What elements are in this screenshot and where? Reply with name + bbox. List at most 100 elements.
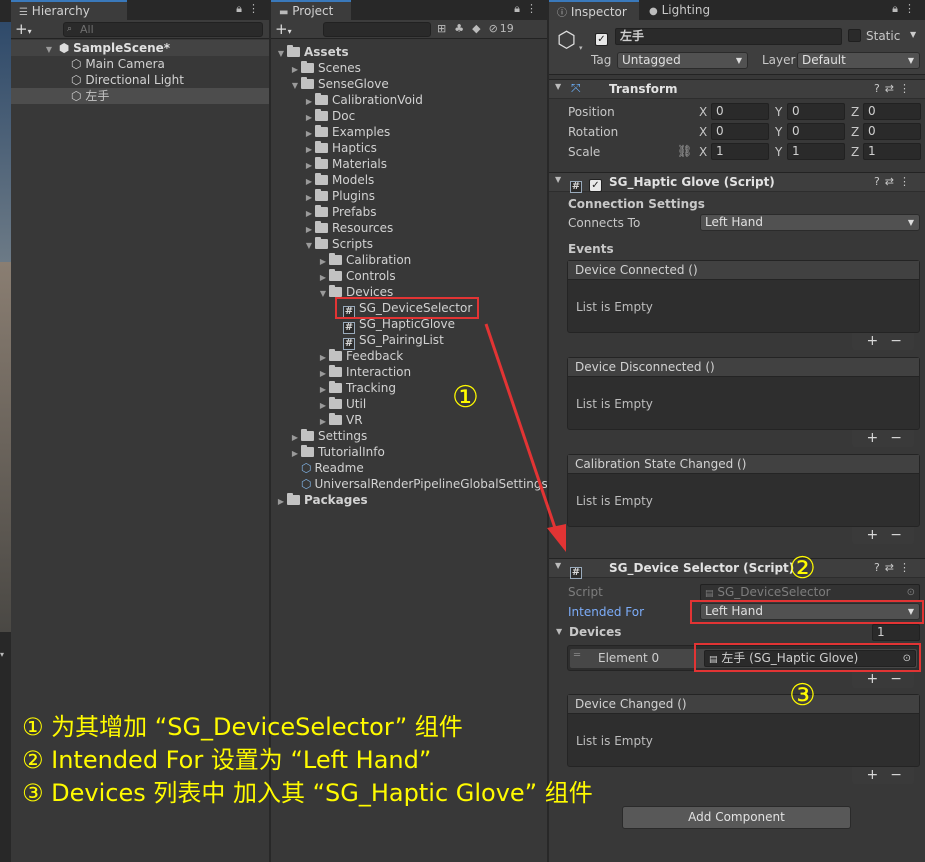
transform-x-field[interactable]: 0 (711, 103, 769, 120)
more-menu-icon[interactable]: ⋮ (248, 2, 265, 15)
transform-x-field[interactable]: 1 (711, 143, 769, 160)
lightbulb-icon: ● (649, 6, 658, 17)
hidden-packages-icon[interactable]: ⊘ (489, 22, 498, 35)
add-listener-button[interactable]: + (867, 767, 891, 783)
icon-dropdown-arrow[interactable]: ▾ (579, 44, 583, 52)
scene-expand-arrow[interactable]: ▼ (43, 42, 55, 58)
expanded-arrow-icon[interactable]: ▼ (275, 46, 287, 62)
project-tree-item[interactable]: ▶ Feedback (317, 348, 403, 364)
project-tree-item[interactable]: ▶ Examples (303, 124, 390, 140)
tab-project[interactable]: ▬ Project (271, 0, 351, 20)
project-tree-item[interactable]: ▶ Prefabs (303, 204, 377, 220)
static-dropdown-arrow[interactable]: ▼ (910, 30, 916, 39)
hierarchy-item-directional-light[interactable]: ⬡ Directional Light (71, 72, 184, 88)
hierarchy-scene-row[interactable]: ▼ ⬢ SampleScene* (11, 40, 269, 56)
lock-icon[interactable]: 🔒︎ (892, 2, 904, 15)
more-menu-icon[interactable]: ⋮ (899, 82, 915, 95)
connects-to-dropdown[interactable]: Left Hand ▼ (700, 214, 920, 231)
expanded-arrow-icon[interactable]: ▼ (289, 78, 301, 94)
remove-element-button[interactable]: − (890, 671, 914, 687)
lock-icon[interactable]: 🔒︎ (236, 2, 248, 15)
add-listener-button[interactable]: + (867, 527, 891, 543)
help-icon[interactable]: ? (874, 175, 885, 188)
expanded-arrow-icon[interactable]: ▼ (317, 286, 329, 302)
preset-icon[interactable]: ⇄ (885, 561, 899, 574)
haptic-glove-header[interactable]: ▼ # ✓ SG_Haptic Glove (Script) ?⇄⋮ (549, 172, 925, 193)
create-asset-button[interactable]: +▾ (275, 20, 292, 41)
project-tree-item[interactable]: ▶ VR (317, 412, 363, 428)
project-tree-item[interactable]: ▶ Settings (289, 428, 367, 444)
add-element-button[interactable]: + (867, 671, 891, 687)
transform-z-field[interactable]: 1 (863, 143, 921, 160)
project-tree-item[interactable]: ▶ Doc (303, 108, 355, 124)
add-component-button[interactable]: Add Component (622, 806, 851, 829)
more-menu-icon[interactable]: ⋮ (899, 561, 915, 574)
project-tree-item[interactable]: ▼ Assets (275, 44, 349, 60)
transform-y-field[interactable]: 0 (787, 103, 845, 120)
remove-listener-button[interactable]: − (890, 527, 914, 543)
transform-z-field[interactable]: 0 (863, 103, 921, 120)
project-tree-item[interactable]: ▶ Resources (303, 220, 393, 236)
static-checkbox[interactable] (848, 29, 861, 42)
object-name-field[interactable]: 左手 (615, 28, 842, 45)
project-tree-item[interactable]: ▼ Scripts (303, 236, 373, 252)
project-tree-item[interactable]: ▶ Controls (317, 268, 396, 284)
drag-handle-icon[interactable]: ═ (574, 650, 580, 661)
help-icon[interactable]: ? (874, 82, 885, 95)
label-icon[interactable]: ◆ (472, 22, 488, 35)
add-listener-button[interactable]: + (867, 333, 891, 349)
enabled-checkbox[interactable]: ✓ (589, 175, 602, 192)
project-tree-item[interactable]: ▶ Scenes (289, 60, 361, 76)
project-tree-item[interactable]: ▶ Util (317, 396, 366, 412)
transform-z-field[interactable]: 0 (863, 123, 921, 140)
expanded-arrow-icon[interactable]: ▼ (303, 238, 315, 254)
remove-listener-button[interactable]: − (890, 767, 914, 783)
transform-y-field[interactable]: 0 (787, 123, 845, 140)
project-tree-item[interactable]: ▶ Packages (275, 492, 368, 508)
layer-dropdown[interactable]: Default ▼ (797, 52, 920, 69)
lock-icon[interactable]: 🔒︎ (514, 2, 526, 15)
project-tree-item[interactable]: ▶ Haptics (303, 140, 377, 156)
create-button[interactable]: +▾ (15, 20, 32, 41)
project-tree-item[interactable]: ▶ Materials (303, 156, 387, 172)
project-tree-item[interactable]: ▶ TutorialInfo (289, 444, 385, 460)
transform-x-field[interactable]: 0 (711, 123, 769, 140)
hierarchy-search-input[interactable]: ⌕ All (63, 22, 263, 37)
more-menu-icon[interactable]: ⋮ (526, 2, 543, 15)
transform-header[interactable]: ▼ ⤧ Transform ?⇄⋮ (549, 79, 925, 99)
project-tree-item[interactable]: ⬡ UniversalRenderPipelineGlobalSettings (289, 476, 547, 492)
project-search-input[interactable] (323, 22, 431, 37)
project-tree-item[interactable]: # SG_PairingList (331, 332, 444, 350)
hierarchy-item-main-camera[interactable]: ⬡ Main Camera (71, 56, 165, 72)
hierarchy-item-left-hand-selected[interactable]: ⬡ 左手 (11, 88, 269, 104)
collapsed-arrow-icon[interactable]: ▶ (275, 494, 287, 510)
project-tree-item[interactable]: ▶ Models (303, 172, 374, 188)
transform-y-field[interactable]: 1 (787, 143, 845, 160)
tab-hierarchy[interactable]: ☰ Hierarchy (11, 0, 127, 20)
project-tree-item[interactable]: ▶ CalibrationVoid (303, 92, 423, 108)
help-icon[interactable]: ? (874, 561, 885, 574)
project-tree-item[interactable]: ▼ SenseGlove (289, 76, 389, 92)
project-tree-item[interactable]: ▶ Calibration (317, 252, 411, 268)
active-checkbox[interactable]: ✓ (595, 29, 608, 46)
remove-listener-button[interactable]: − (890, 430, 914, 446)
project-tree-item[interactable]: ▶ Interaction (317, 364, 411, 380)
tag-dropdown[interactable]: Untagged ▼ (617, 52, 748, 69)
tab-inspector[interactable]: ⓘ Inspector (549, 0, 639, 20)
device-selector-header[interactable]: ▼ # SG_Device Selector (Script) ?⇄⋮ (549, 558, 925, 579)
more-menu-icon[interactable]: ⋮ (904, 2, 921, 15)
preset-icon[interactable]: ⇄ (885, 175, 899, 188)
devices-count-field[interactable]: 1 (872, 624, 920, 641)
remove-listener-button[interactable]: − (890, 333, 914, 349)
project-tree-item[interactable]: ⬡ Readme (289, 460, 364, 476)
tab-lighting[interactable]: ● Lighting (641, 0, 718, 20)
preset-icon[interactable]: ⇄ (885, 82, 899, 95)
project-tree-item[interactable]: ▶ Plugins (303, 188, 375, 204)
constrain-proportions-icon[interactable]: ⛓ (677, 144, 692, 158)
project-tree-item[interactable]: ▶ Tracking (317, 380, 396, 396)
devices-foldout-arrow[interactable]: ▼ (556, 627, 562, 636)
filter-icon[interactable]: ♣ (454, 22, 472, 35)
search-by-type-icon[interactable]: ⊞ (437, 22, 454, 35)
add-listener-button[interactable]: + (867, 430, 891, 446)
more-menu-icon[interactable]: ⋮ (899, 175, 915, 188)
